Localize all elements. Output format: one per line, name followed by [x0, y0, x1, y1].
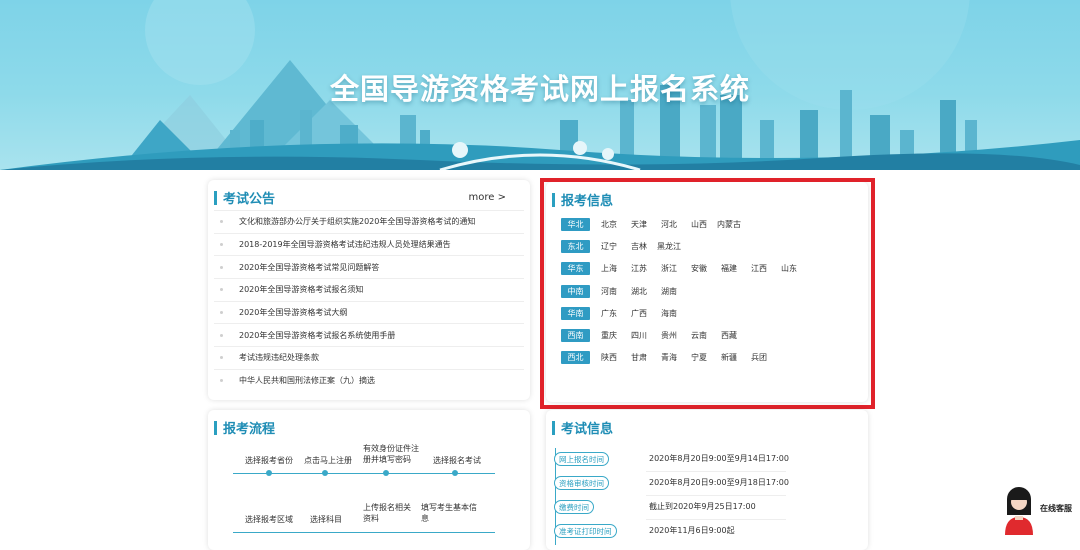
notice-text: 2018-2019年全国导游资格考试违纪违规人员处理结果通告 [239, 240, 451, 250]
notice-text: 2020年全国导游资格考试大纲 [239, 308, 348, 318]
process-dot [266, 470, 272, 476]
notice-item[interactable]: 2020年全国导游资格考试报名须知 [214, 278, 524, 301]
notice-item[interactable]: 中华人民共和国刑法修正案（九）摘选 [214, 368, 524, 392]
notice-title: 考试公告 [223, 192, 276, 207]
online-service-button[interactable]: 在线客服 [1002, 485, 1080, 535]
more-link[interactable]: more > [469, 192, 506, 203]
info-divider [646, 519, 786, 520]
process-step: 上传报名相关资料 [363, 503, 411, 523]
notice-card: 考试公告 more > 文化和旅游部办公厅关于组织实施2020年全国导游资格考试… [208, 180, 530, 400]
process-card: 报考流程 选择报考省份 点击马上注册 有效身份证件注册并填写密码 选择报名考试 … [208, 410, 530, 550]
notice-item[interactable]: 2020年全国导游资格考试报名系统使用手册 [214, 323, 524, 346]
notice-text: 2020年全国导游资格考试常见问题解答 [239, 262, 380, 272]
process-line [233, 532, 495, 533]
bullet-icon [220, 311, 223, 315]
title-accent-bar [214, 190, 217, 205]
notice-item[interactable]: 2020年全国导游资格考试大纲 [214, 300, 524, 324]
header-banner: 全国导游资格考试网上报名系统 [0, 0, 1080, 170]
process-dot [383, 470, 389, 476]
customer-service-avatar-icon [1005, 487, 1033, 535]
exam-info-card: 考试信息 网上报名时间 2020年8月20日9:00至9月14日17:00 资格… [546, 410, 868, 550]
process-title: 报考流程 [223, 422, 276, 437]
notice-item[interactable]: 考试违规违纪处理条款 [214, 346, 524, 369]
bullet-icon [220, 333, 223, 337]
notice-text: 文化和旅游部办公厅关于组织实施2020年全国导游资格考试的通知 [239, 217, 476, 227]
process-dot [452, 470, 458, 476]
info-label: 资格审核时间 [554, 476, 609, 490]
info-row: 准考证打印时间 [554, 520, 617, 542]
bullet-icon [220, 265, 223, 269]
info-value: 截止到2020年9月25日17:00 [649, 502, 756, 511]
notice-text: 2020年全国导游资格考试报名须知 [239, 285, 364, 295]
notice-text: 中华人民共和国刑法修正案（九）摘选 [239, 376, 375, 386]
process-dot [322, 470, 328, 476]
title-accent-bar [552, 420, 555, 435]
bullet-icon [220, 243, 223, 247]
notice-list: 文化和旅游部办公厅关于组织实施2020年全国导游资格考试的通知 2018-201… [214, 210, 524, 392]
process-step: 选择报考省份 [245, 456, 293, 465]
process-header: 报考流程 [214, 418, 275, 437]
title-accent-bar [214, 420, 217, 435]
bullet-icon [220, 288, 223, 292]
highlight-box [540, 178, 875, 409]
info-row: 资格审核时间 [554, 472, 609, 494]
info-label: 缴费时间 [554, 500, 594, 514]
info-value: 2020年8月20日9:00至9月18日17:00 [649, 478, 789, 487]
notice-text: 考试违规违纪处理条款 [239, 353, 319, 363]
process-step: 选择报名考试 [433, 456, 481, 465]
info-row: 缴费时间 [554, 496, 594, 518]
info-label: 网上报名时间 [554, 452, 609, 466]
info-value: 2020年8月20日9:00至9月14日17:00 [649, 454, 789, 463]
notice-item[interactable]: 2018-2019年全国导游资格考试违纪违规人员处理结果通告 [214, 232, 524, 256]
notice-item[interactable]: 2020年全国导游资格考试常见问题解答 [214, 255, 524, 278]
bullet-icon [220, 356, 223, 360]
info-value: 2020年11月6日9:00起 [649, 526, 735, 535]
info-divider [646, 471, 786, 472]
exam-info-header: 考试信息 [552, 418, 613, 437]
notice-header: 考试公告 [214, 188, 275, 207]
info-label: 准考证打印时间 [554, 524, 617, 538]
process-step: 选择报考区域 [245, 515, 293, 524]
bullet-icon [220, 379, 223, 383]
process-step: 选择科目 [310, 515, 342, 524]
process-step: 点击马上注册 [304, 456, 352, 465]
info-divider [646, 495, 786, 496]
site-title: 全国导游资格考试网上报名系统 [329, 72, 750, 106]
notice-item[interactable]: 文化和旅游部办公厅关于组织实施2020年全国导游资格考试的通知 [214, 210, 524, 233]
notice-text: 2020年全国导游资格考试报名系统使用手册 [239, 330, 396, 340]
online-service-label: 在线客服 [1040, 504, 1072, 513]
info-row: 网上报名时间 [554, 448, 609, 470]
process-step: 填写考生基本信息 [421, 503, 477, 523]
bullet-icon [220, 220, 223, 224]
process-step: 有效身份证件注册并填写密码 [363, 444, 419, 464]
exam-info-title: 考试信息 [561, 422, 614, 437]
